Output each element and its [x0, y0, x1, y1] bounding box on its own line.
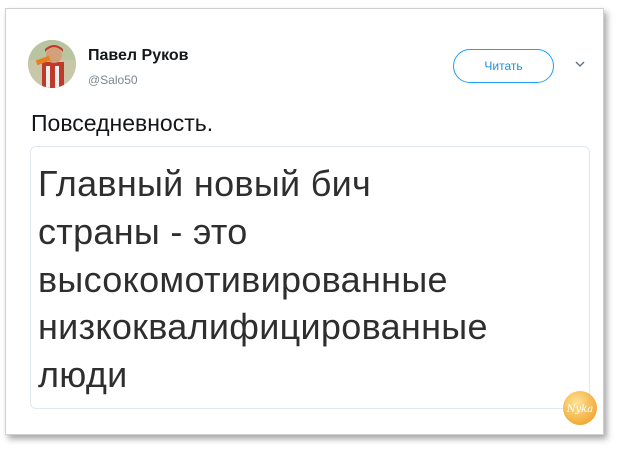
follow-button[interactable]: Читать: [453, 49, 554, 83]
author-handle[interactable]: @Salo50: [88, 73, 138, 87]
card-text-line: низкоквалифицированные: [38, 306, 488, 347]
site-logo: Nyka: [563, 391, 597, 425]
tweet-text: Повседневность.: [31, 110, 214, 136]
follow-button-label: Читать: [484, 59, 523, 73]
card-text-line: страны - это: [38, 211, 248, 252]
avatar[interactable]: [28, 40, 76, 88]
card-text-line: люди: [38, 354, 128, 395]
svg-text:Nyka: Nyka: [566, 404, 593, 415]
card-text-line: высокомотивированные: [38, 259, 448, 300]
author-name[interactable]: Павел Руков: [88, 47, 189, 65]
chevron-down-icon[interactable]: [573, 57, 587, 71]
card-text-line: Главный новый бич: [38, 163, 372, 204]
